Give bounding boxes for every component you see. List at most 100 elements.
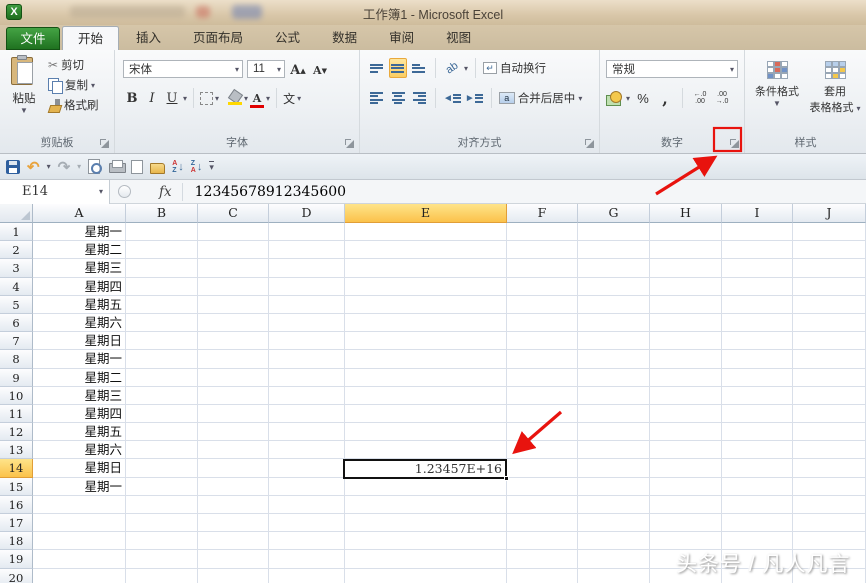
cell-f9[interactable]	[507, 369, 578, 387]
format-painter-button[interactable]: 格式刷	[48, 95, 99, 115]
cell-i8[interactable]	[722, 350, 793, 368]
cell-b4[interactable]	[126, 278, 198, 296]
row-header-20[interactable]: 20	[0, 569, 33, 583]
fill-color-icon[interactable]	[228, 91, 242, 105]
cell-e4[interactable]	[345, 278, 507, 296]
cell-i12[interactable]	[722, 423, 793, 441]
column-header-e[interactable]: E	[345, 204, 507, 223]
cell-g2[interactable]	[578, 241, 650, 259]
cell-c17[interactable]	[198, 514, 269, 532]
cell-h13[interactable]	[650, 441, 722, 459]
cell-e6[interactable]	[345, 314, 507, 332]
cell-g6[interactable]	[578, 314, 650, 332]
column-header-b[interactable]: B	[126, 204, 198, 223]
cell-f11[interactable]	[507, 405, 578, 423]
row-header-5[interactable]: 5	[0, 296, 33, 314]
print-preview-icon[interactable]	[88, 159, 102, 174]
cell-a14[interactable]: 星期日	[33, 459, 126, 477]
decrease-decimal-button[interactable]: .00→.0	[713, 88, 731, 108]
cell-e16[interactable]	[345, 496, 507, 514]
cell-f2[interactable]	[507, 241, 578, 259]
cell-c4[interactable]	[198, 278, 269, 296]
cell-g12[interactable]	[578, 423, 650, 441]
cell-f15[interactable]	[507, 478, 578, 496]
cell-b18[interactable]	[126, 532, 198, 550]
tab-1[interactable]: 开始	[62, 26, 119, 50]
row-header-1[interactable]: 1	[0, 223, 33, 241]
print-icon[interactable]	[109, 160, 124, 173]
cell-d8[interactable]	[269, 350, 345, 368]
cell-f13[interactable]	[507, 441, 578, 459]
accounting-dropdown-icon[interactable]: ▾	[626, 94, 630, 103]
column-header-i[interactable]: I	[722, 204, 793, 223]
cell-f6[interactable]	[507, 314, 578, 332]
cell-e20[interactable]	[345, 569, 507, 583]
cell-a3[interactable]: 星期三	[33, 259, 126, 277]
cell-i15[interactable]	[722, 478, 793, 496]
cell-i11[interactable]	[722, 405, 793, 423]
cell-i4[interactable]	[722, 278, 793, 296]
cell-i1[interactable]	[722, 223, 793, 241]
cell-c14[interactable]	[198, 459, 269, 477]
cell-h9[interactable]	[650, 369, 722, 387]
cell-b10[interactable]	[126, 387, 198, 405]
cell-b6[interactable]	[126, 314, 198, 332]
cell-f8[interactable]	[507, 350, 578, 368]
shrink-font-button[interactable]: A▼	[311, 60, 329, 80]
cell-c11[interactable]	[198, 405, 269, 423]
cell-a20[interactable]	[33, 569, 126, 583]
cell-b14[interactable]	[126, 459, 198, 477]
cell-j2[interactable]	[793, 241, 866, 259]
row-header-7[interactable]: 7	[0, 332, 33, 350]
cell-d12[interactable]	[269, 423, 345, 441]
cell-d2[interactable]	[269, 241, 345, 259]
borders-dropdown-icon[interactable]: ▾	[215, 94, 219, 103]
cell-g10[interactable]	[578, 387, 650, 405]
cell-g13[interactable]	[578, 441, 650, 459]
open-icon[interactable]	[150, 163, 165, 174]
conditional-formatting-button[interactable]: 条件格式 ▼	[751, 56, 803, 108]
cell-i16[interactable]	[722, 496, 793, 514]
cell-e13[interactable]	[345, 441, 507, 459]
row-header-17[interactable]: 17	[0, 514, 33, 532]
align-left-icon[interactable]	[368, 88, 386, 108]
font-dialog-launcher-icon[interactable]	[344, 138, 355, 149]
cell-e10[interactable]	[345, 387, 507, 405]
alignment-dialog-launcher-icon[interactable]	[584, 138, 595, 149]
cell-g18[interactable]	[578, 532, 650, 550]
cell-h16[interactable]	[650, 496, 722, 514]
cell-i6[interactable]	[722, 314, 793, 332]
sort-descending-icon[interactable]: ZA ↓	[191, 160, 203, 174]
cell-g3[interactable]	[578, 259, 650, 277]
font-family-select[interactable]: 宋体▾	[123, 60, 243, 78]
cell-a16[interactable]	[33, 496, 126, 514]
cell-i3[interactable]	[722, 259, 793, 277]
cell-j12[interactable]	[793, 423, 866, 441]
font-color-icon[interactable]: A	[250, 91, 264, 106]
cell-f5[interactable]	[507, 296, 578, 314]
name-box[interactable]: E14 ▾	[0, 180, 110, 204]
cell-b9[interactable]	[126, 369, 198, 387]
cell-h8[interactable]	[650, 350, 722, 368]
sort-ascending-icon[interactable]: AZ ↓	[172, 160, 184, 174]
row-header-19[interactable]: 19	[0, 550, 33, 568]
cell-g7[interactable]	[578, 332, 650, 350]
cell-h4[interactable]	[650, 278, 722, 296]
insert-function-icon[interactable]: fx	[159, 184, 172, 200]
cell-f17[interactable]	[507, 514, 578, 532]
fill-handle[interactable]	[504, 476, 509, 481]
cell-b1[interactable]	[126, 223, 198, 241]
cell-i17[interactable]	[722, 514, 793, 532]
cell-j11[interactable]	[793, 405, 866, 423]
cell-h11[interactable]	[650, 405, 722, 423]
align-bottom-icon[interactable]	[410, 58, 428, 78]
cell-d14[interactable]	[269, 459, 345, 477]
row-header-11[interactable]: 11	[0, 405, 33, 423]
cell-f1[interactable]	[507, 223, 578, 241]
cell-g5[interactable]	[578, 296, 650, 314]
cell-j1[interactable]	[793, 223, 866, 241]
cell-f20[interactable]	[507, 569, 578, 583]
cell-h2[interactable]	[650, 241, 722, 259]
tab-5[interactable]: 数据	[317, 26, 372, 50]
undo-icon[interactable]: ↶	[27, 158, 40, 176]
